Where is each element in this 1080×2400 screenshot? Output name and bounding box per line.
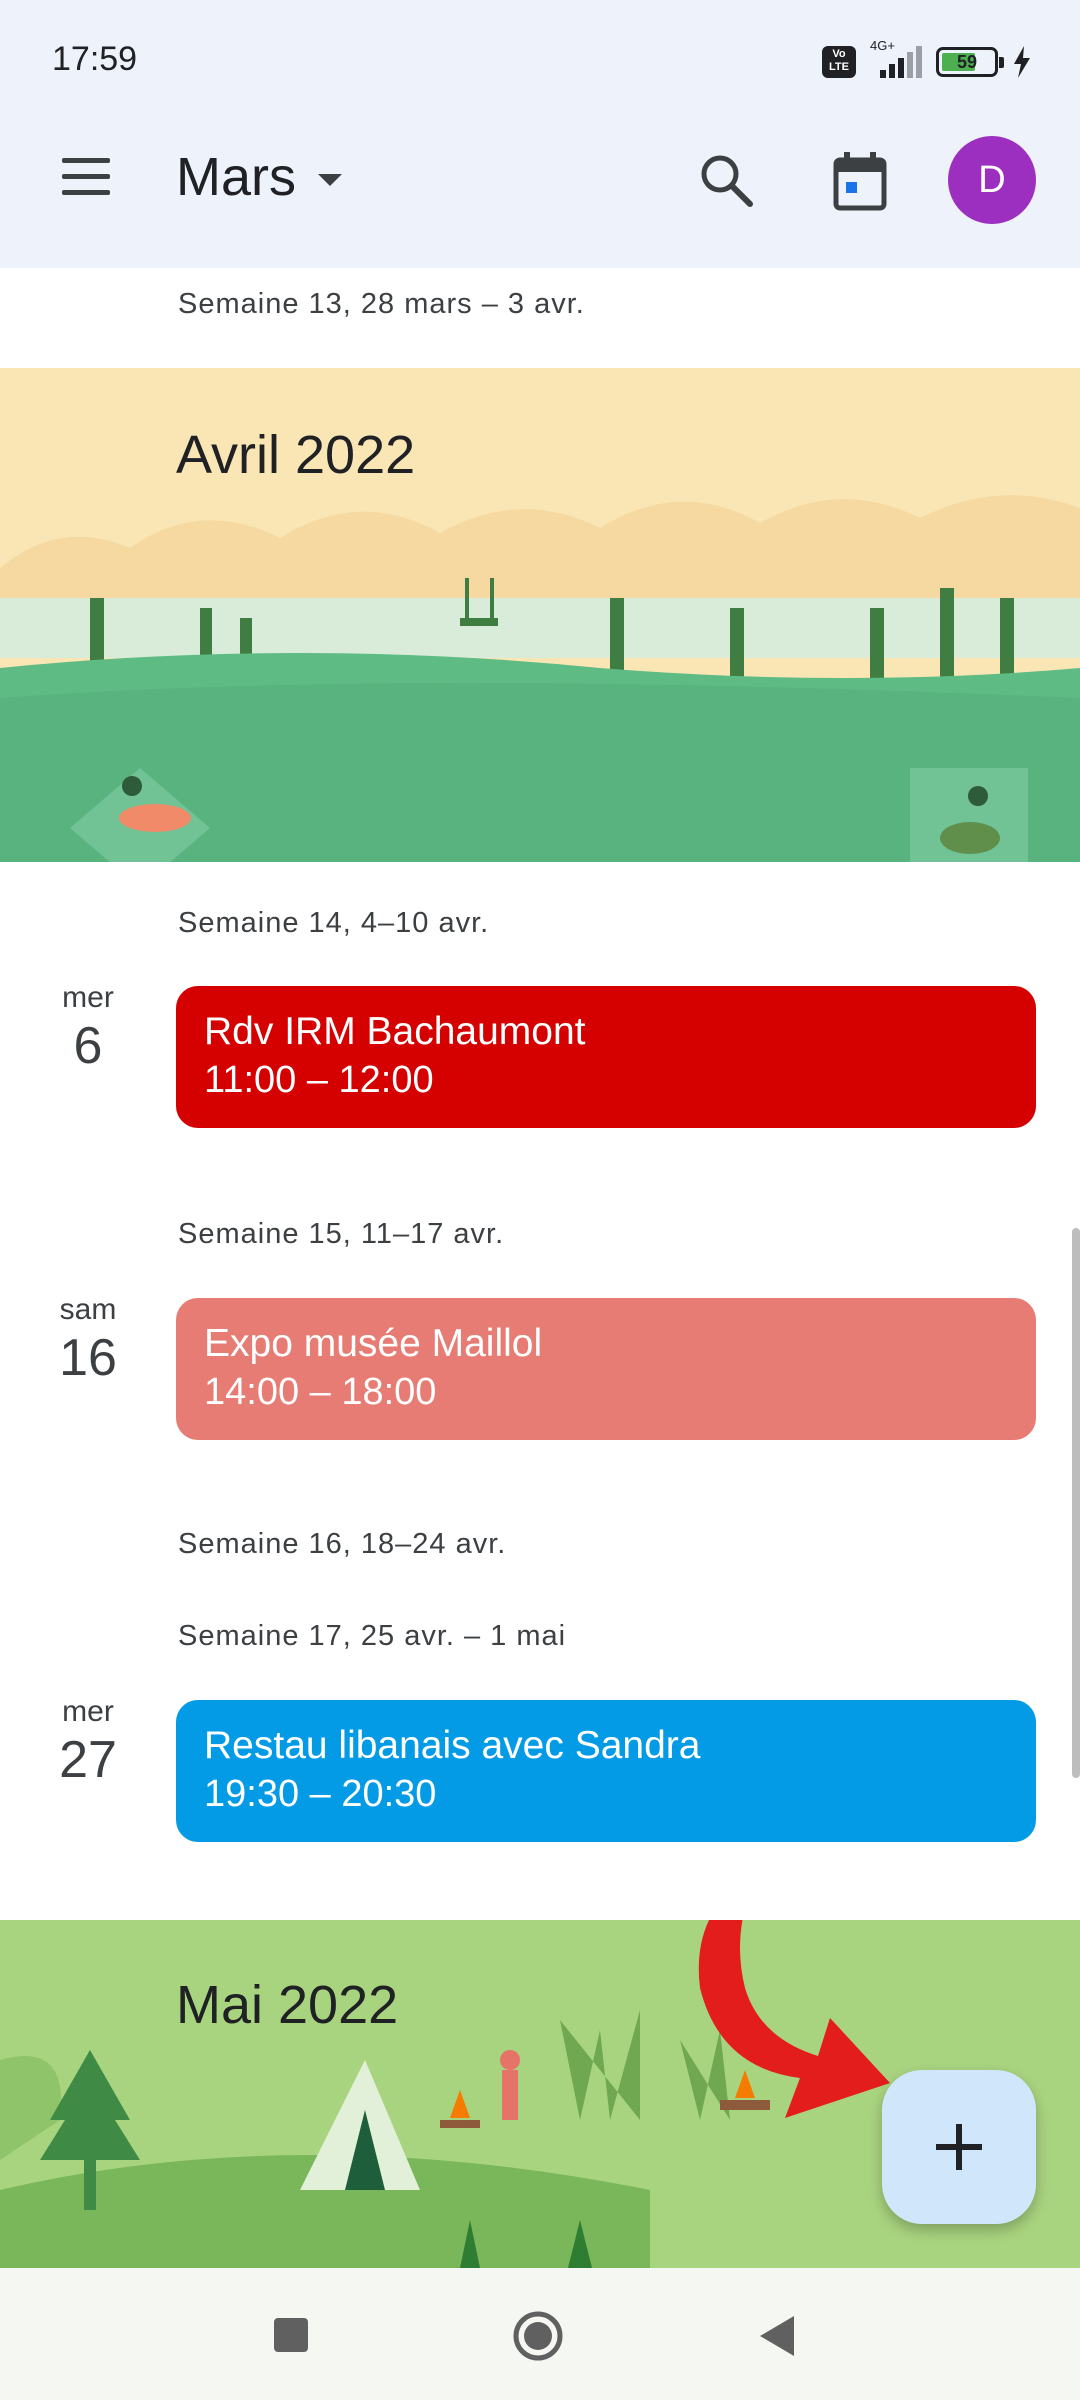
- signal-icon: 4G+: [870, 38, 922, 78]
- event-card[interactable]: Expo musée Maillol 14:00 – 18:00: [176, 1298, 1036, 1440]
- status-icons: Vo LTE 4G+ 59: [822, 38, 1032, 84]
- status-clock: 17:59: [52, 40, 138, 78]
- day-label: sam 16: [40, 1292, 136, 1388]
- day-number: 6: [73, 1017, 103, 1075]
- weekday-label: mer: [62, 1695, 114, 1728]
- month-selector[interactable]: Mars: [176, 146, 342, 208]
- calendar-today-icon[interactable]: [830, 150, 890, 214]
- caret-down-icon: [318, 174, 342, 186]
- event-card[interactable]: Rdv IRM Bachaumont 11:00 – 12:00: [176, 986, 1036, 1128]
- week-header: Semaine 14, 4–10 avr.: [178, 907, 490, 939]
- account-avatar[interactable]: D: [948, 136, 1036, 224]
- nav-recents-icon[interactable]: [274, 2318, 308, 2352]
- nav-back-icon[interactable]: [760, 2316, 794, 2356]
- weekday-label: mer: [62, 981, 114, 1014]
- menu-button[interactable]: [58, 154, 114, 202]
- battery-level: 59: [956, 52, 978, 72]
- month-label-april: Avril 2022: [176, 425, 416, 485]
- nav-home-icon[interactable]: [512, 2310, 564, 2362]
- network-type: 4G+: [870, 38, 895, 53]
- week-header: Semaine 16, 18–24 avr.: [178, 1528, 507, 1560]
- charging-icon: [1014, 46, 1030, 78]
- event-time: 11:00 – 12:00: [204, 1059, 434, 1101]
- event-time: 14:00 – 18:00: [204, 1371, 437, 1413]
- create-event-button[interactable]: [882, 2070, 1036, 2224]
- event-title: Expo musée Maillol: [204, 1322, 543, 1365]
- event-title: Restau libanais avec Sandra: [204, 1724, 701, 1767]
- weekday-label: sam: [59, 1293, 117, 1326]
- day-label: mer 27: [40, 1694, 136, 1790]
- search-icon[interactable]: [696, 150, 756, 210]
- day-number: 27: [59, 1731, 117, 1789]
- event-time: 19:30 – 20:30: [204, 1773, 437, 1815]
- system-navigation-bar: [0, 2268, 1080, 2400]
- month-label-may: Mai 2022: [176, 1975, 399, 2035]
- day-number: 16: [59, 1329, 117, 1387]
- april-illustration: [0, 368, 1080, 862]
- week-header: Semaine 17, 25 avr. – 1 mai: [178, 1620, 567, 1652]
- month-banner-april: Avril 2022: [0, 368, 1080, 862]
- event-card[interactable]: Restau libanais avec Sandra 19:30 – 20:3…: [176, 1700, 1036, 1842]
- week-header: Semaine 15, 11–17 avr.: [178, 1218, 505, 1250]
- day-label: mer 6: [40, 980, 136, 1076]
- week-header: Semaine 13, 28 mars – 3 avr.: [178, 288, 585, 320]
- scrollbar[interactable]: [1072, 1228, 1080, 1778]
- red-arrow-annotation: [698, 1920, 890, 2118]
- month-title-label: Mars: [176, 147, 296, 207]
- battery-icon: 59: [936, 47, 1004, 77]
- event-title: Rdv IRM Bachaumont: [204, 1010, 586, 1053]
- add-icon: [936, 2124, 982, 2170]
- volte-icon: Vo LTE: [822, 46, 856, 78]
